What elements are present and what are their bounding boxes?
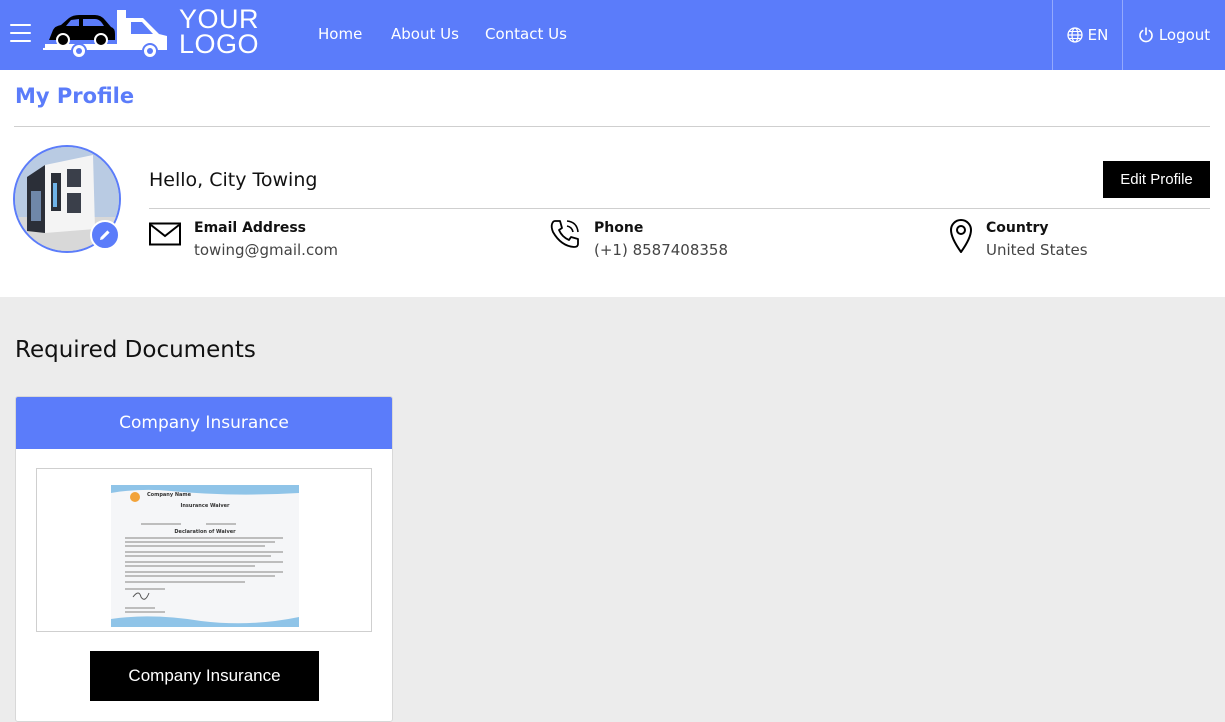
logout-button[interactable]: Logout xyxy=(1122,0,1225,70)
edit-profile-button[interactable]: Edit Profile xyxy=(1103,161,1210,198)
page-title: My Profile xyxy=(15,84,135,108)
pencil-icon xyxy=(100,230,110,240)
language-selector[interactable]: EN xyxy=(1052,0,1122,70)
location-pin-icon xyxy=(950,219,972,253)
profile-section: My Profile Hello, City Towing Edit Profi… xyxy=(0,70,1225,297)
info-divider xyxy=(149,208,1210,209)
country-value: United States xyxy=(986,241,1088,259)
greeting-text: Hello, City Towing xyxy=(149,169,318,191)
language-label: EN xyxy=(1087,26,1109,44)
phone-icon xyxy=(550,220,579,248)
power-icon xyxy=(1139,27,1153,43)
document-card-header: Company Insurance xyxy=(16,397,392,449)
envelope-icon xyxy=(149,222,181,246)
email-label: Email Address xyxy=(194,220,307,236)
document-subheading: Declaration of Waiver xyxy=(174,529,236,535)
avatar-edit-button[interactable] xyxy=(90,220,120,250)
logo-text[interactable]: YOUR LOGO xyxy=(179,6,260,59)
documents-section-title: Required Documents xyxy=(15,337,256,363)
document-thumbnail: Company Name Insurance Waiver Declaratio… xyxy=(111,485,299,627)
logo-text-line2: LOGO xyxy=(179,29,260,59)
country-label: Country xyxy=(986,220,1049,236)
email-value: towing@gmail.com xyxy=(194,241,338,259)
company-insurance-button[interactable]: Company Insurance xyxy=(90,651,319,701)
logout-label: Logout xyxy=(1158,26,1211,44)
top-navbar: YOUR LOGO Home About Us Contact Us EN Lo… xyxy=(0,0,1225,70)
nav-link-contact-us[interactable]: Contact Us xyxy=(485,24,567,44)
phone-label: Phone xyxy=(594,220,644,236)
tow-truck-logo-icon[interactable] xyxy=(43,8,173,60)
document-company-name: Company Name xyxy=(147,492,191,498)
title-divider xyxy=(14,126,1210,127)
globe-icon xyxy=(1066,27,1083,43)
document-heading: Insurance Waiver xyxy=(180,503,230,509)
document-card: Company Insurance Company Name Insurance… xyxy=(15,396,393,722)
hamburger-menu-icon[interactable] xyxy=(10,24,31,45)
nav-link-about-us[interactable]: About Us xyxy=(391,24,459,44)
document-preview[interactable]: Company Name Insurance Waiver Declaratio… xyxy=(36,468,372,632)
nav-link-home[interactable]: Home xyxy=(318,24,362,44)
phone-value: (+1) 8587408358 xyxy=(594,241,729,259)
